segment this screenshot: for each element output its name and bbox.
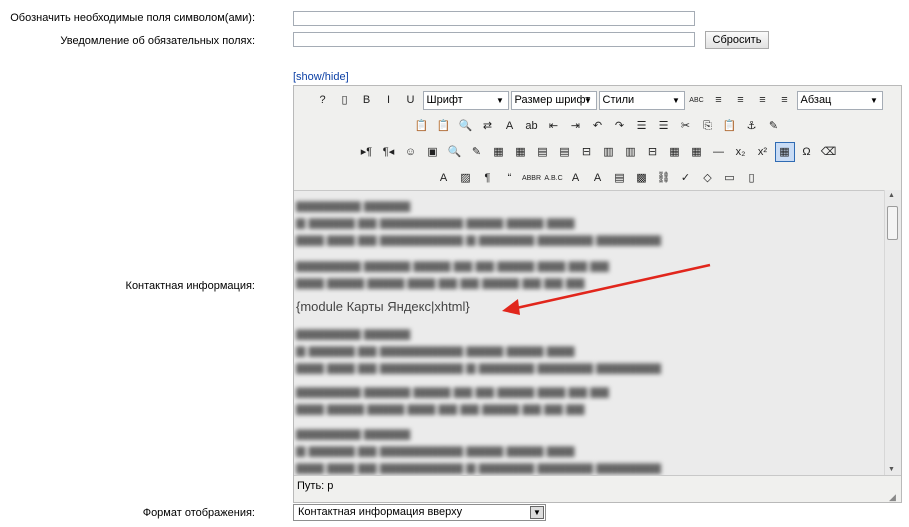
acronym-icon[interactable]: A.B.C: [544, 168, 564, 188]
cut-icon[interactable]: ✂: [676, 116, 696, 136]
help-icon[interactable]: ?: [313, 90, 333, 110]
ins-icon[interactable]: A: [588, 168, 608, 188]
italic-icon[interactable]: I: [379, 90, 399, 110]
undo-icon[interactable]: ↶: [588, 116, 608, 136]
align-left-icon[interactable]: ≡: [709, 90, 729, 110]
toolbar-row-3: ▸¶ ¶◂ ☺ ▣ 🔍 ✎ ▦ ▦ ▤ ▤ ⊟ ▥ ▥ ⊟ ▦ ▦ — x₂ x² ▦ Ω ⌫: [294, 139, 901, 165]
path-value[interactable]: p: [327, 480, 333, 492]
toolbar-row-1: ? ▯ B I U Шрифт ▼ Размер шрифт ▼ Стили ▼ ABC ≡ ≡ ≡…: [294, 87, 901, 113]
media-icon[interactable]: ▣: [423, 142, 443, 162]
blurred-text-block: ▆▆▆▆▆▆▆ ▆▆▆▆▆ ▆ ▆▆▆▆▆ ▆▆ ▆▆▆▆▆▆▆▆▆ ▆▆▆▆ ▆…: [296, 326, 661, 374]
paste-text-icon[interactable]: 📋: [412, 116, 432, 136]
table-icon[interactable]: ▦: [774, 142, 795, 162]
delete-col-icon[interactable]: ⊟: [643, 142, 663, 162]
subscript-icon[interactable]: x₂: [731, 142, 751, 162]
font-size-select[interactable]: Размер шрифт ▼: [510, 90, 597, 110]
editor-vertical-scrollbar[interactable]: ▲ ▼: [884, 190, 901, 475]
align-center-icon[interactable]: ≡: [731, 90, 751, 110]
superscript-icon[interactable]: x²: [753, 142, 773, 162]
toolbar-row-2: 📋 📋 🔍 ⇄ Aab ⇤ ⇥ ↶ ↷ ☰ ☰ ✂ ⎘ 📋 ⚓ ✎: [294, 113, 901, 139]
visual-chars-icon[interactable]: ¶: [478, 168, 498, 188]
abbr-icon[interactable]: ABBR: [522, 168, 542, 188]
blurred-text-block: ▆▆▆▆▆▆▆ ▆▆▆▆▆ ▆▆▆▆ ▆▆ ▆▆ ▆▆▆▆ ▆▆▆ ▆▆ ▆▆ ▆…: [296, 384, 609, 415]
editor-content-area[interactable]: ▆▆▆▆▆▆▆ ▆▆▆▆▆ ▆ ▆▆▆▆▆ ▆▆ ▆▆▆▆▆▆▆▆▆ ▆▆▆▆ ▆…: [294, 190, 884, 476]
insert-row-before-icon[interactable]: ▤: [533, 142, 553, 162]
special-char-icon[interactable]: Ω: [797, 142, 817, 162]
attribs-icon[interactable]: ▤: [610, 168, 630, 188]
format-select[interactable]: Абзац ▼: [796, 90, 883, 110]
styles-select[interactable]: Стили ▼: [598, 90, 685, 110]
underline-icon[interactable]: U: [401, 90, 421, 110]
required-mark-input[interactable]: [293, 11, 695, 26]
blurred-text-block: ▆▆▆▆▆▆▆ ▆▆▆▆▆ ▆ ▆▆▆▆▆ ▆▆ ▆▆▆▆▆▆▆▆▆ ▆▆▆▆ ▆…: [296, 198, 661, 246]
fullscreen-icon[interactable]: ▭: [720, 168, 740, 188]
rich-text-editor: ? ▯ B I U Шрифт ▼ Размер шрифт ▼ Стили ▼ ABC ≡ ≡ ≡…: [293, 85, 902, 503]
insert-col-before-icon[interactable]: ▥: [599, 142, 619, 162]
scroll-down-icon[interactable]: ▼: [888, 466, 895, 473]
eraser-icon[interactable]: ⌫: [819, 142, 839, 162]
split-cells-icon[interactable]: ▦: [665, 142, 685, 162]
link-icon[interactable]: ⛓: [654, 168, 674, 188]
ordered-list-icon[interactable]: ☰: [632, 116, 652, 136]
styleprops-icon[interactable]: A: [434, 168, 454, 188]
table-cell-props-icon[interactable]: ▦: [511, 142, 531, 162]
display-format-select[interactable]: Контактная информация вверху ▼: [293, 504, 546, 521]
layer-icon[interactable]: ▯: [742, 168, 762, 188]
paste-word-icon[interactable]: 📋: [434, 116, 454, 136]
copy-icon[interactable]: ⎘: [698, 116, 718, 136]
redo-icon[interactable]: ↷: [610, 116, 630, 136]
preview-icon[interactable]: 🔍: [445, 142, 465, 162]
editor-toolbar: ? ▯ B I U Шрифт ▼ Размер шрифт ▼ Стили ▼ ABC ≡ ≡ ≡…: [294, 86, 901, 190]
align-right-icon[interactable]: ≡: [753, 90, 773, 110]
new-document-icon[interactable]: ▯: [335, 90, 355, 110]
insert-col-after-icon[interactable]: ▥: [621, 142, 641, 162]
resize-grip-icon[interactable]: ◢: [889, 490, 899, 502]
required-notice-input[interactable]: [293, 32, 695, 47]
del-icon[interactable]: A: [566, 168, 586, 188]
cleanup-icon[interactable]: ✎: [764, 116, 784, 136]
scroll-thumb[interactable]: [887, 206, 898, 240]
bold-icon[interactable]: B: [357, 90, 377, 110]
font-family-select[interactable]: Шрифт ▼: [422, 90, 509, 110]
chevron-down-icon[interactable]: ▼: [530, 506, 544, 519]
insert-row-after-icon[interactable]: ▤: [555, 142, 575, 162]
path-label: Путь:: [297, 480, 325, 492]
edit-image-icon[interactable]: ✎: [467, 142, 487, 162]
table-row-props-icon[interactable]: ▦: [489, 142, 509, 162]
anchor-icon[interactable]: ⚓: [742, 116, 762, 136]
scroll-up-icon[interactable]: ▲: [888, 192, 895, 199]
delete-row-icon[interactable]: ⊟: [577, 142, 597, 162]
replace-icon[interactable]: ⇄: [478, 116, 498, 136]
module-placeholder-text: {module Карты Яндекс|xhtml}: [296, 299, 470, 314]
red-arrow-annotation: [502, 263, 711, 315]
unordered-list-icon[interactable]: ☰: [654, 116, 674, 136]
merge-cells-icon[interactable]: ▦: [687, 142, 707, 162]
strikethrough-icon[interactable]: ABC: [687, 90, 707, 110]
required-mark-label: Обозначить необходимые поля символом(ами…: [10, 12, 255, 24]
background-color-icon[interactable]: ab: [522, 116, 542, 136]
toolbar-row-4: A ▨ ¶ “ABBR A.B.C A A ▤ ▩ ⛓ ✓ ◇ ▭ ▯: [294, 165, 901, 191]
align-justify-icon[interactable]: ≡: [775, 90, 795, 110]
ltr-icon[interactable]: ▸¶: [357, 142, 377, 162]
spellcheck-icon[interactable]: ✓: [676, 168, 696, 188]
contact-info-label: Контактная информация:: [125, 280, 255, 292]
reset-button[interactable]: Сбросить: [705, 31, 769, 49]
indent-icon[interactable]: ⇥: [566, 116, 586, 136]
blurred-text-block: ▆▆▆▆▆▆▆ ▆▆▆▆▆ ▆ ▆▆▆▆▆ ▆▆ ▆▆▆▆▆▆▆▆▆ ▆▆▆▆ ▆…: [296, 426, 661, 474]
outdent-icon[interactable]: ⇤: [544, 116, 564, 136]
font-color-icon[interactable]: A: [500, 116, 520, 136]
paste-icon[interactable]: 📋: [720, 116, 740, 136]
cite-icon[interactable]: “: [500, 168, 520, 188]
required-notice-label: Уведомление об обязательных полях:: [60, 35, 255, 47]
emotions-icon[interactable]: ☺: [401, 142, 421, 162]
display-format-label: Формат отображения:: [142, 507, 255, 519]
image-icon[interactable]: ▩: [632, 168, 652, 188]
template-icon[interactable]: ▨: [456, 168, 476, 188]
code-icon[interactable]: ◇: [698, 168, 718, 188]
find-icon[interactable]: 🔍: [456, 116, 476, 136]
horizontal-rule-icon[interactable]: —: [709, 142, 729, 162]
editor-status-bar: Путь: p ◢: [294, 475, 901, 502]
rtl-icon[interactable]: ¶◂: [379, 142, 399, 162]
show-hide-link[interactable]: [show/hide]: [293, 71, 349, 83]
